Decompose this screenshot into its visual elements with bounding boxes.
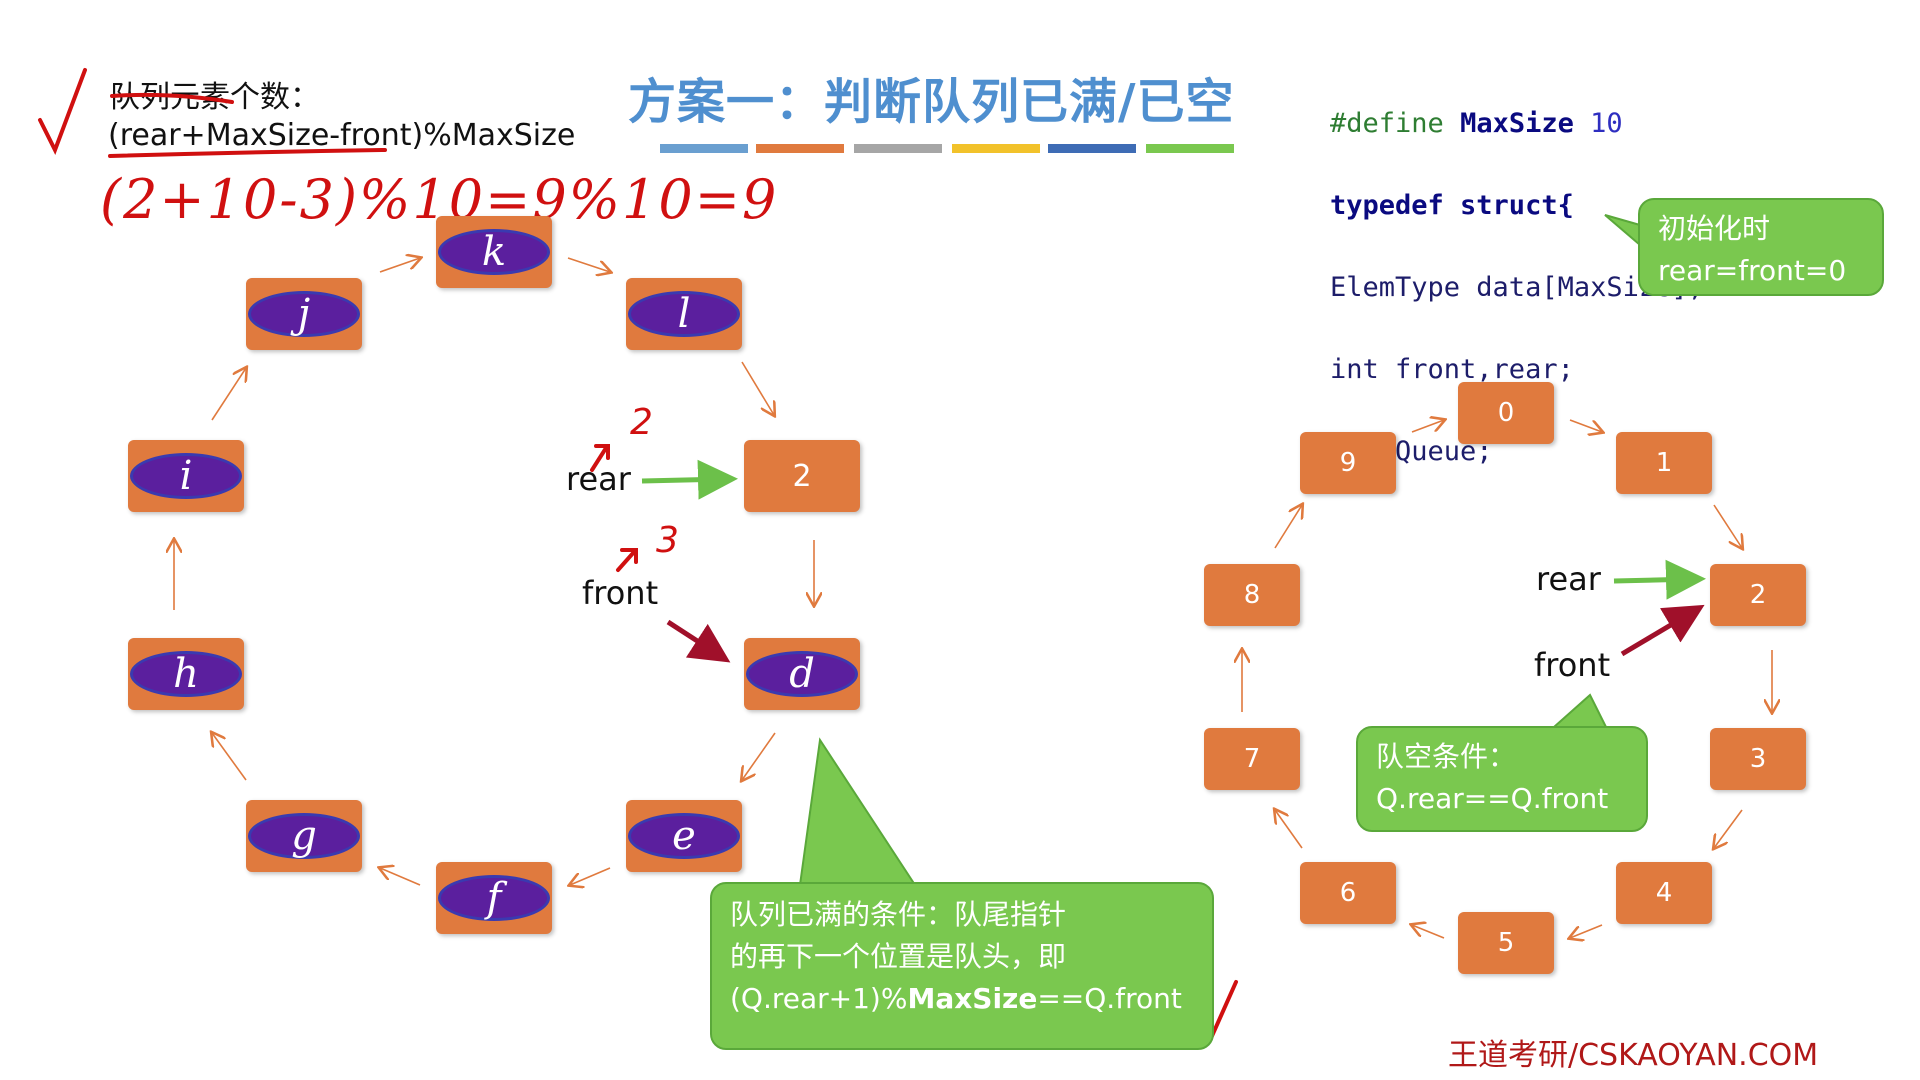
right-node-9-label: 9 — [1339, 448, 1357, 478]
full-formula-b: MaxSize — [907, 982, 1038, 1015]
left-node-h: h — [128, 638, 244, 710]
left-node-i: i — [128, 440, 244, 512]
empty-callout-line2: Q.rear==Q.front — [1376, 782, 1609, 815]
right-rear-label: rear — [1536, 560, 1601, 598]
full-formula-a: (Q.rear+1)% — [730, 982, 908, 1015]
right-node-8-label: 8 — [1243, 580, 1261, 610]
right-front-label: front — [1534, 646, 1611, 684]
right-front-arrow — [1620, 604, 1705, 657]
front-annot: 3 — [656, 520, 679, 561]
right-node-8: 8 — [1204, 564, 1300, 626]
left-node-k: k — [436, 216, 552, 288]
left-node-g: g — [246, 800, 362, 872]
underline-formula — [108, 148, 387, 158]
init-callout-tail — [1604, 214, 1641, 248]
init-callout-line1: 初始化时 — [1658, 212, 1771, 245]
empty-callout: 队空条件： Q.rear==Q.front — [1356, 726, 1648, 832]
rear-annot: 2 — [630, 402, 653, 443]
left-node-k-ellipse: k — [438, 229, 550, 275]
right-node-3: 3 — [1710, 728, 1806, 790]
left-node-h-ellipse: h — [130, 651, 242, 697]
full-callout-formula: (Q.rear+1)%MaxSize==Q.front — [730, 978, 1194, 1020]
left-node-f: f — [436, 862, 552, 934]
left-node-2: 2 — [744, 440, 860, 512]
left-front-arrow — [666, 619, 731, 663]
watermark: 王道考研/CSKAOYAN.COM — [1448, 1038, 1819, 1073]
left-ring-arrows — [174, 258, 814, 885]
left-node-g-ellipse: g — [248, 813, 360, 859]
init-callout-line2: rear=front=0 — [1658, 254, 1847, 287]
left-node-e: e — [626, 800, 742, 872]
left-node-j-ellipse: j — [248, 291, 360, 337]
left-node-f-ellipse: f — [438, 875, 550, 921]
full-callout-tail — [798, 737, 917, 886]
right-node-4-label: 4 — [1655, 878, 1673, 908]
left-node-l-ellipse: l — [628, 291, 740, 337]
left-node-l: l — [626, 278, 742, 350]
right-node-1-label: 1 — [1655, 448, 1673, 478]
right-node-2-label: 2 — [1749, 580, 1767, 610]
full-callout-line1: 队列已满的条件：队尾指针 — [730, 898, 1067, 931]
full-callout: 队列已满的条件：队尾指针 的再下一个位置是队头，即 (Q.rear+1)%Max… — [710, 882, 1214, 1050]
right-node-4: 4 — [1616, 862, 1712, 924]
right-node-6: 6 — [1300, 862, 1396, 924]
left-rear-label: rear — [566, 460, 631, 498]
right-node-2: 2 — [1710, 564, 1806, 626]
left-node-d-ellipse: d — [746, 651, 858, 697]
underline-heading — [110, 92, 234, 104]
full-callout-line2: 的再下一个位置是队头，即 — [730, 940, 1067, 973]
checkmark-1 — [38, 68, 87, 155]
right-node-3-label: 3 — [1749, 744, 1767, 774]
full-formula-d: Q.front — [1084, 982, 1182, 1015]
init-callout: 初始化时 rear=front=0 — [1638, 198, 1884, 296]
right-node-1: 1 — [1616, 432, 1712, 494]
left-node-e-ellipse: e — [628, 813, 740, 859]
right-node-9: 9 — [1300, 432, 1396, 494]
right-node-5: 5 — [1458, 912, 1554, 974]
right-ring-arrows — [1242, 420, 1772, 938]
left-node-2-label: 2 — [792, 458, 812, 494]
right-node-0: 0 — [1458, 382, 1554, 444]
right-node-7-label: 7 — [1243, 744, 1261, 774]
right-node-6-label: 6 — [1339, 878, 1357, 908]
right-rear-arrow — [1613, 559, 1706, 600]
left-node-i-ellipse: i — [130, 453, 242, 499]
right-node-5-label: 5 — [1497, 928, 1515, 958]
left-front-label: front — [582, 574, 659, 612]
right-node-7: 7 — [1204, 728, 1300, 790]
left-rear-arrow — [641, 459, 738, 500]
full-formula-c: == — [1037, 982, 1085, 1015]
empty-callout-line1: 队空条件： — [1376, 740, 1517, 773]
left-node-d: d — [744, 638, 860, 710]
left-node-j: j — [246, 278, 362, 350]
right-node-0-label: 0 — [1497, 398, 1515, 428]
front-annot-arrow — [616, 548, 638, 572]
